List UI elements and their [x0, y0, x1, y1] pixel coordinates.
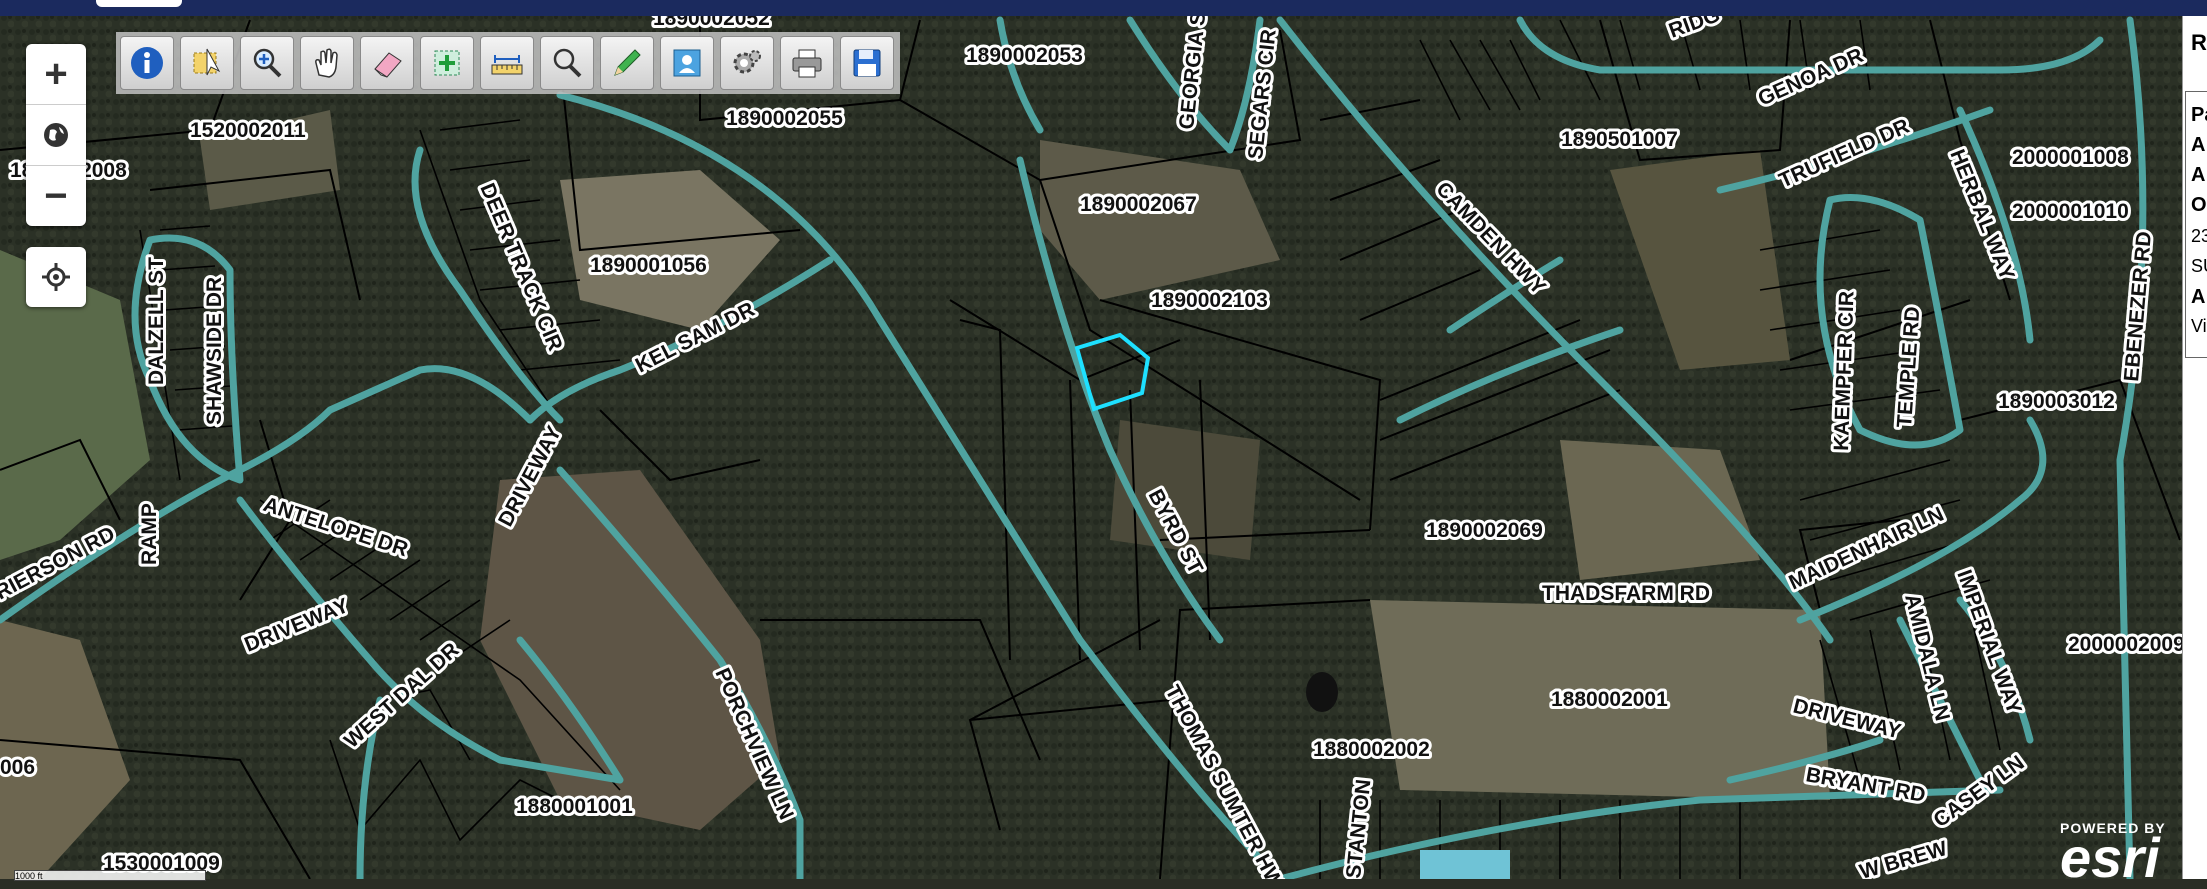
- zoom-control: + −: [26, 44, 86, 226]
- road-label: SHAWSIDE DR: [203, 277, 226, 425]
- eraser-tool-button[interactable]: [360, 36, 414, 90]
- side-panel-line: Pa: [2191, 104, 2207, 126]
- side-panel-line: A: [2191, 134, 2206, 156]
- home-extent-button[interactable]: [26, 105, 86, 166]
- info-icon: [131, 47, 163, 79]
- measure-icon: [491, 55, 523, 75]
- parcel-label: 2000001008: [2012, 146, 2129, 169]
- esri-logo: esri: [2060, 826, 2160, 889]
- parcel-label: 2000002009: [2068, 633, 2185, 656]
- measure-tool-button[interactable]: [480, 36, 534, 90]
- parcel-label: 1890001056: [590, 254, 707, 277]
- parcel-label: 1890002069: [1426, 519, 1543, 542]
- parcel-label: 1880002002: [1313, 738, 1430, 761]
- identify-tool-button[interactable]: [660, 36, 714, 90]
- draw-pencil-icon: [614, 49, 641, 76]
- parcel-label: 1890501007: [1561, 128, 1678, 151]
- esri-attribution[interactable]: POWERED BY esri: [2060, 820, 2166, 889]
- parcel-label: 1520002011: [190, 119, 306, 142]
- zoom-in-tool-icon: [253, 48, 282, 78]
- parcel-label: 006: [0, 756, 35, 779]
- print-tool-button[interactable]: [780, 36, 834, 90]
- add-feature-tool-button[interactable]: [420, 36, 474, 90]
- parcel-label: 1880001001: [516, 795, 633, 818]
- zoom-out-button[interactable]: −: [26, 166, 86, 226]
- draw-tool-button[interactable]: [600, 36, 654, 90]
- scale-label: 1000 ft: [15, 871, 43, 881]
- zoom-in-button[interactable]: +: [26, 44, 86, 105]
- pan-tool-button[interactable]: [300, 36, 354, 90]
- road-label: DALZELL ST: [145, 257, 168, 385]
- parcel-label: 1890002103: [1151, 289, 1268, 312]
- save-tool-button[interactable]: [840, 36, 894, 90]
- pan-hand-icon: [315, 48, 338, 78]
- locate-button[interactable]: [26, 247, 86, 307]
- identify-icon: [673, 49, 701, 77]
- settings-icon: [733, 50, 761, 74]
- parcel-label: 1880002001: [1551, 688, 1668, 711]
- map-view[interactable]: 1890002052 1890002053 1520002011 1890002…: [0, 0, 2207, 879]
- select-tool-button[interactable]: [180, 36, 234, 90]
- road-label: RAMP: [138, 503, 161, 565]
- header-tab[interactable]: [96, 0, 182, 7]
- road-label: THADSFARM RD: [1542, 582, 1710, 605]
- parcel-label: 1890002067: [1080, 193, 1197, 216]
- parcel-label: 2000001010: [2012, 200, 2129, 223]
- results-side-panel: Re Pa A A O 23 SU A Vi: [2182, 16, 2207, 879]
- side-panel-line: A: [2191, 164, 2206, 186]
- side-panel-line: O: [2191, 194, 2207, 216]
- select-icon: [193, 48, 221, 76]
- side-panel-link[interactable]: Vi: [2191, 316, 2207, 337]
- info-tool-button[interactable]: [120, 36, 174, 90]
- side-panel-line: 23: [2191, 226, 2207, 246]
- parcel-label: 1890003012: [1998, 390, 2115, 413]
- find-icon: [553, 48, 582, 78]
- side-panel-line: A: [2191, 286, 2206, 308]
- side-panel-header: Re: [2191, 30, 2207, 55]
- add-feature-icon: [434, 50, 460, 76]
- pond: [1306, 672, 1338, 712]
- zoom-in-tool-button[interactable]: [240, 36, 294, 90]
- pool: [1420, 850, 1510, 879]
- crosshair-icon: [42, 263, 70, 291]
- find-tool-button[interactable]: [540, 36, 594, 90]
- scale-bar: 1000 ft: [14, 870, 206, 881]
- parcel-label: 1890002055: [726, 107, 843, 130]
- print-icon: [792, 49, 822, 78]
- globe-icon: [44, 123, 68, 147]
- save-icon: [853, 49, 881, 77]
- side-panel-line: SU: [2191, 256, 2207, 276]
- app-header-bar: [0, 0, 2207, 16]
- parcel-label: 1890002053: [966, 44, 1083, 67]
- eraser-icon: [374, 52, 402, 78]
- map-toolbar: [116, 32, 900, 94]
- settings-tool-button[interactable]: [720, 36, 774, 90]
